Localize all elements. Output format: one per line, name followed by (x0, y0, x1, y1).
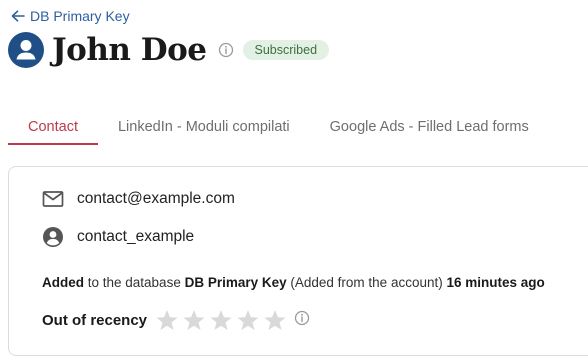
mail-icon (42, 191, 64, 207)
star-icon (264, 310, 286, 330)
added-source: (Added from the account) (286, 275, 447, 290)
info-icon[interactable] (218, 42, 234, 58)
email-value[interactable]: contact@example.com (77, 190, 235, 208)
star-icon (183, 310, 205, 330)
star-icon (156, 310, 178, 330)
added-info: Added to the database DB Primary Key (Ad… (42, 275, 545, 290)
avatar (8, 32, 44, 68)
tab-google-ads-forms[interactable]: Google Ads - Filled Lead forms (310, 110, 549, 145)
contact-card: contact@example.com contact_example Adde… (8, 166, 588, 356)
contact-name: John Doe (52, 32, 207, 68)
username-value: contact_example (77, 228, 195, 245)
recency-row: Out of recency (42, 309, 310, 332)
tab-bar: Contact LinkedIn - Moduli compilati Goog… (8, 110, 588, 145)
added-time: 16 minutes ago (446, 275, 545, 290)
account-circle-icon (43, 227, 63, 247)
back-link[interactable]: DB Primary Key (11, 8, 130, 24)
email-row: contact@example.com (42, 190, 235, 208)
added-verb: Added (42, 275, 84, 290)
arrow-left-icon (11, 10, 25, 22)
tab-contact[interactable]: Contact (8, 110, 98, 145)
added-to-text: to the database (84, 275, 185, 290)
status-badge: Subscribed (242, 40, 330, 60)
contact-header: John Doe Subscribed (8, 30, 330, 70)
tab-linkedin-forms[interactable]: LinkedIn - Moduli compilati (98, 110, 310, 145)
username-row: contact_example (42, 226, 194, 248)
contact-detail-page: DB Primary Key John Doe Subscribed Conta… (0, 0, 588, 361)
recency-info-icon[interactable] (294, 310, 310, 331)
added-database: DB Primary Key (184, 275, 287, 290)
star-icon (210, 310, 232, 330)
star-rating (155, 309, 287, 332)
back-link-label: DB Primary Key (30, 8, 130, 24)
recency-label: Out of recency (42, 312, 148, 329)
star-icon (237, 310, 259, 330)
user-icon (16, 40, 36, 60)
